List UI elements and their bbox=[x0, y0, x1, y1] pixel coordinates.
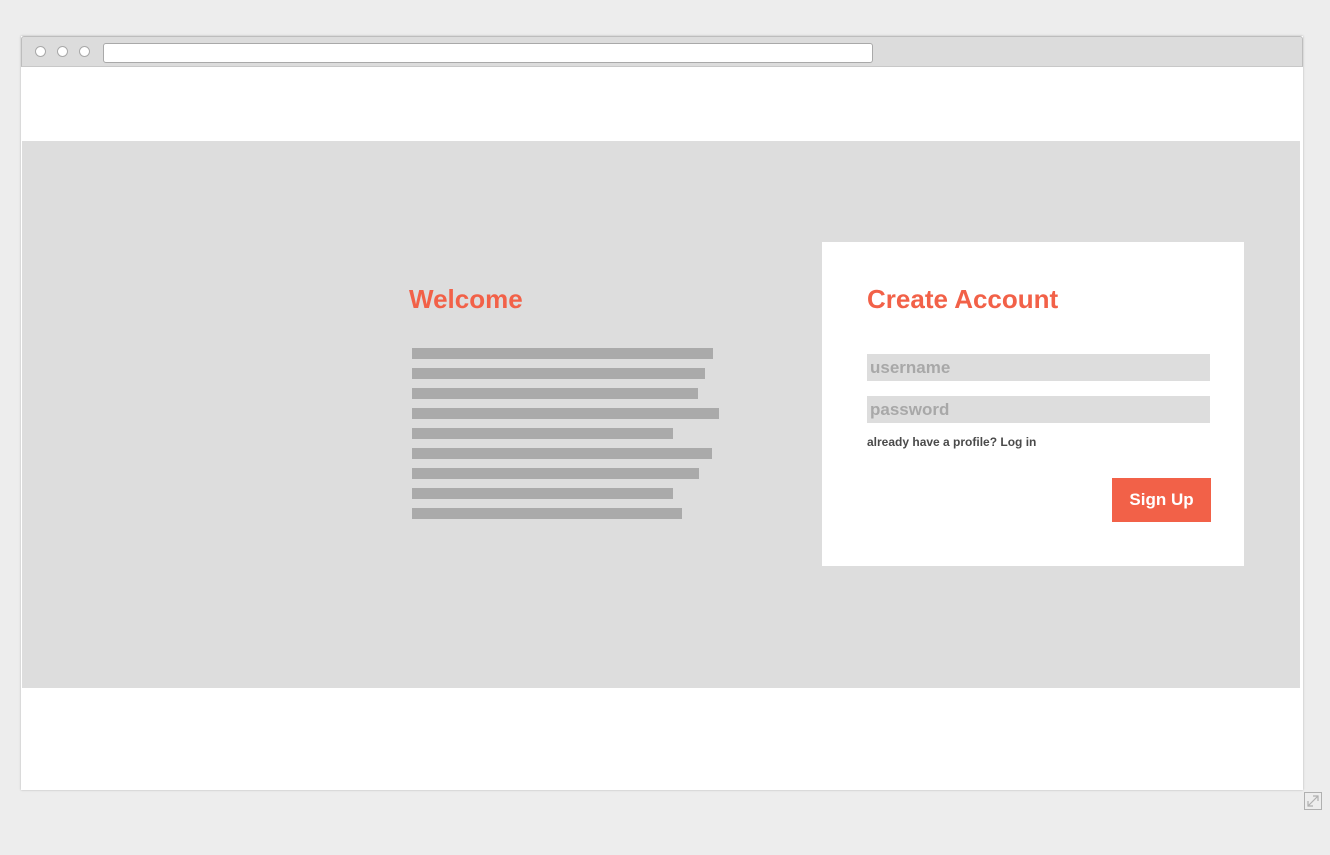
page-header bbox=[21, 67, 1303, 141]
welcome-text-placeholder bbox=[412, 348, 719, 528]
welcome-title: Welcome bbox=[409, 284, 523, 314]
window-control-maximize[interactable] bbox=[79, 46, 90, 57]
text-placeholder-line bbox=[412, 368, 705, 379]
text-placeholder-line bbox=[412, 348, 713, 359]
expand-icon[interactable] bbox=[1304, 792, 1322, 810]
login-link[interactable]: already have a profile? Log in bbox=[867, 435, 1036, 449]
username-input[interactable] bbox=[867, 354, 1210, 381]
text-placeholder-line bbox=[412, 388, 698, 399]
text-placeholder-line bbox=[412, 408, 719, 419]
address-bar[interactable] bbox=[103, 43, 873, 63]
text-placeholder-line bbox=[412, 488, 673, 499]
password-input[interactable] bbox=[867, 396, 1210, 423]
text-placeholder-line bbox=[412, 508, 682, 519]
browser-window: Welcome Create Account already have a pr… bbox=[21, 36, 1303, 790]
browser-chrome bbox=[21, 36, 1303, 67]
window-control-close[interactable] bbox=[35, 46, 46, 57]
hero-section: Welcome Create Account already have a pr… bbox=[22, 141, 1300, 688]
sign-up-button[interactable]: Sign Up bbox=[1112, 478, 1211, 522]
text-placeholder-line bbox=[412, 448, 712, 459]
signup-title: Create Account bbox=[867, 284, 1059, 314]
text-placeholder-line bbox=[412, 468, 699, 479]
page-footer bbox=[21, 688, 1303, 790]
signup-card: Create Account already have a profile? L… bbox=[822, 242, 1244, 566]
text-placeholder-line bbox=[412, 428, 673, 439]
window-control-minimize[interactable] bbox=[57, 46, 68, 57]
